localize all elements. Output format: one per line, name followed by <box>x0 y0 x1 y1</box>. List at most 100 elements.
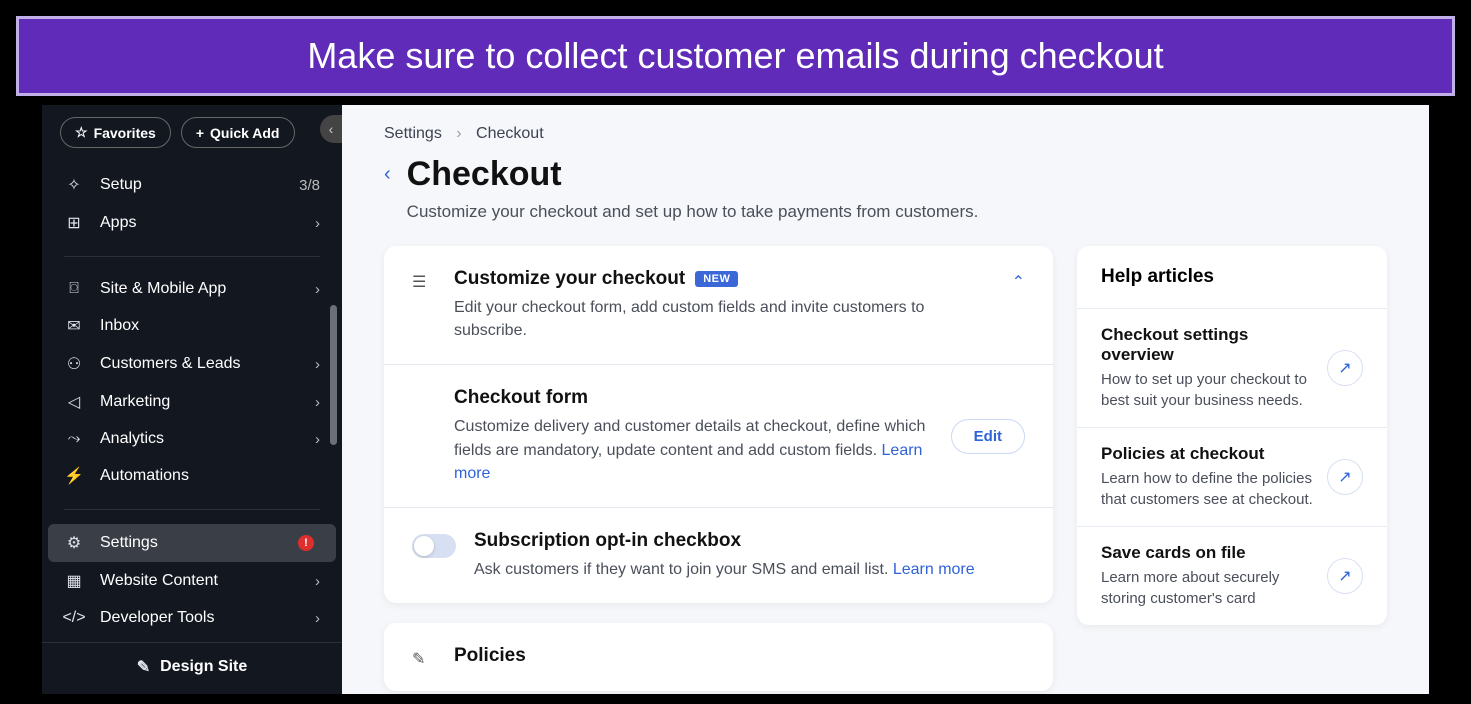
breadcrumb-settings[interactable]: Settings <box>384 125 442 142</box>
checkout-form-desc-text: Customize delivery and customer details … <box>454 418 925 458</box>
document-icon: ✎ <box>412 645 436 669</box>
nav-developer-tools[interactable]: </> Developer Tools › <box>42 600 342 636</box>
chevron-left-icon: ‹ <box>329 121 334 137</box>
chevron-right-icon: › <box>315 573 320 590</box>
help-item-desc: How to set up your checkout to best suit… <box>1101 365 1315 411</box>
main-content: Settings › Checkout ‹ Checkout Customize… <box>342 105 1429 694</box>
page-subtitle: Customize your checkout and set up how t… <box>407 194 979 222</box>
help-item-desc: Learn more about securely storing custom… <box>1101 563 1315 609</box>
chart-icon: ⤳ <box>64 430 84 448</box>
nav-automations-label: Automations <box>100 467 320 485</box>
chevron-right-icon: › <box>315 394 320 411</box>
help-item-desc: Learn how to define the policies that cu… <box>1101 464 1315 510</box>
chevron-right-icon: › <box>315 610 320 627</box>
checkout-form-body: Checkout form Customize delivery and cus… <box>454 387 933 485</box>
checkout-settings-card: ☰ Customize your checkout NEW Edit your … <box>384 246 1053 603</box>
help-card: Help articles Checkout settings overview… <box>1077 246 1387 625</box>
nav-apps[interactable]: ⊞ Apps › <box>42 204 342 242</box>
help-text: Checkout settings overview How to set up… <box>1101 325 1315 411</box>
policies-title: Policies <box>454 645 526 667</box>
banner-text: Make sure to collect customer emails dur… <box>307 35 1163 77</box>
customize-desc: Edit your checkout form, add custom fiel… <box>454 290 994 342</box>
sidebar: ☆ Favorites + Quick Add ‹ ✧ Setup 3/8 <box>42 105 342 694</box>
back-button[interactable]: ‹ <box>384 155 391 186</box>
devices-icon: ⌼ <box>64 280 84 298</box>
nav-customers-label: Customers & Leads <box>100 355 299 373</box>
sidebar-collapse-button[interactable]: ‹ <box>320 115 342 143</box>
nav-section-bottom: ⚙ Settings ! ▦ Website Content › </> Dev… <box>42 518 342 642</box>
sidebar-scroll-thumb[interactable] <box>330 305 337 445</box>
page-header: ‹ Checkout Customize your checkout and s… <box>342 151 1429 246</box>
nav-marketing[interactable]: ◁ Marketing › <box>42 383 342 421</box>
nav-automations[interactable]: ⚡ Automations <box>42 457 342 495</box>
nav-divider <box>64 509 320 510</box>
design-site-button[interactable]: ✎ Design Site <box>42 642 342 691</box>
pencil-icon: ✎ <box>137 657 150 677</box>
rocket-icon: ✧ <box>64 175 84 195</box>
nav-apps-label: Apps <box>100 214 299 232</box>
alert-badge: ! <box>298 535 314 551</box>
help-article-checkout-overview[interactable]: Checkout settings overview How to set up… <box>1077 309 1387 428</box>
nav-site-mobile[interactable]: ⌼ Site & Mobile App › <box>42 271 342 307</box>
main-column: ☰ Customize your checkout NEW Edit your … <box>384 246 1053 691</box>
help-text: Policies at checkout Learn how to define… <box>1101 444 1315 510</box>
subscription-learn-more[interactable]: Learn more <box>893 561 975 578</box>
help-column: Help articles Checkout settings overview… <box>1077 246 1387 691</box>
nav-analytics[interactable]: ⤳ Analytics › <box>42 421 342 457</box>
subscription-desc: Ask customers if they want to join your … <box>474 552 1025 581</box>
design-site-label: Design Site <box>160 658 247 676</box>
nav-customers[interactable]: ⚇ Customers & Leads › <box>42 345 342 383</box>
nav-developer-label: Developer Tools <box>100 609 299 627</box>
subscription-title: Subscription opt-in checkbox <box>474 530 741 552</box>
breadcrumb: Settings › Checkout <box>342 105 1429 151</box>
code-icon: </> <box>64 609 84 627</box>
nav-divider <box>64 256 320 257</box>
nav-website-content[interactable]: ▦ Website Content › <box>42 562 342 600</box>
nav-inbox-label: Inbox <box>100 317 320 335</box>
content-row: ☰ Customize your checkout NEW Edit your … <box>342 246 1429 691</box>
chevron-right-icon: › <box>315 281 320 298</box>
sidebar-pill-row: ☆ Favorites + Quick Add ‹ <box>42 105 342 160</box>
checkout-form-desc: Customize delivery and customer details … <box>454 409 933 485</box>
nav-website-label: Website Content <box>100 572 299 590</box>
checkout-form-section: Checkout form Customize delivery and cus… <box>384 365 1053 508</box>
subscription-body: Subscription opt-in checkbox Ask custome… <box>474 530 1025 581</box>
external-link-icon[interactable]: ↗ <box>1327 459 1363 495</box>
edit-checkout-form-button[interactable]: Edit <box>951 419 1025 454</box>
policies-section[interactable]: ✎ Policies <box>384 623 1053 691</box>
gear-icon: ⚙ <box>64 533 84 553</box>
checkout-form-title: Checkout form <box>454 387 588 409</box>
bolt-icon: ⚡ <box>64 466 84 486</box>
new-badge: NEW <box>695 271 738 287</box>
nav-setup[interactable]: ✧ Setup 3/8 <box>42 166 342 204</box>
nav-setup-label: Setup <box>100 176 283 194</box>
nav-section-top: ✧ Setup 3/8 ⊞ Apps › <box>42 160 342 248</box>
customize-body: Customize your checkout NEW Edit your ch… <box>454 268 994 342</box>
nav-analytics-label: Analytics <box>100 430 299 448</box>
help-article-policies[interactable]: Policies at checkout Learn how to define… <box>1077 428 1387 527</box>
page-header-text: Checkout Customize your checkout and set… <box>407 155 979 222</box>
nav-inbox[interactable]: ✉ Inbox <box>42 307 342 345</box>
customize-checkout-section[interactable]: ☰ Customize your checkout NEW Edit your … <box>384 246 1053 365</box>
nav-settings-label: Settings <box>100 534 282 552</box>
help-article-save-cards[interactable]: Save cards on file Learn more about secu… <box>1077 527 1387 625</box>
layout-icon: ▦ <box>64 571 84 591</box>
help-text: Save cards on file Learn more about secu… <box>1101 543 1315 609</box>
collapse-chevron-icon[interactable]: ⌃ <box>1012 268 1025 342</box>
favorites-pill[interactable]: ☆ Favorites <box>60 117 171 148</box>
external-link-icon[interactable]: ↗ <box>1327 350 1363 386</box>
help-item-title: Save cards on file <box>1101 543 1315 563</box>
chevron-right-icon: › <box>315 431 320 448</box>
help-item-title: Checkout settings overview <box>1101 325 1315 365</box>
subscription-toggle[interactable] <box>412 534 456 558</box>
toggle-knob <box>414 536 434 556</box>
quick-add-pill[interactable]: + Quick Add <box>181 117 295 148</box>
favorites-label: Favorites <box>94 125 156 141</box>
external-link-icon[interactable]: ↗ <box>1327 558 1363 594</box>
app-frame: ☆ Favorites + Quick Add ‹ ✧ Setup 3/8 <box>42 105 1429 694</box>
customize-icon: ☰ <box>412 268 436 342</box>
megaphone-icon: ◁ <box>64 392 84 412</box>
nav-settings[interactable]: ⚙ Settings ! <box>48 524 336 562</box>
instruction-banner: Make sure to collect customer emails dur… <box>16 16 1455 96</box>
nav-site-label: Site & Mobile App <box>100 280 299 298</box>
